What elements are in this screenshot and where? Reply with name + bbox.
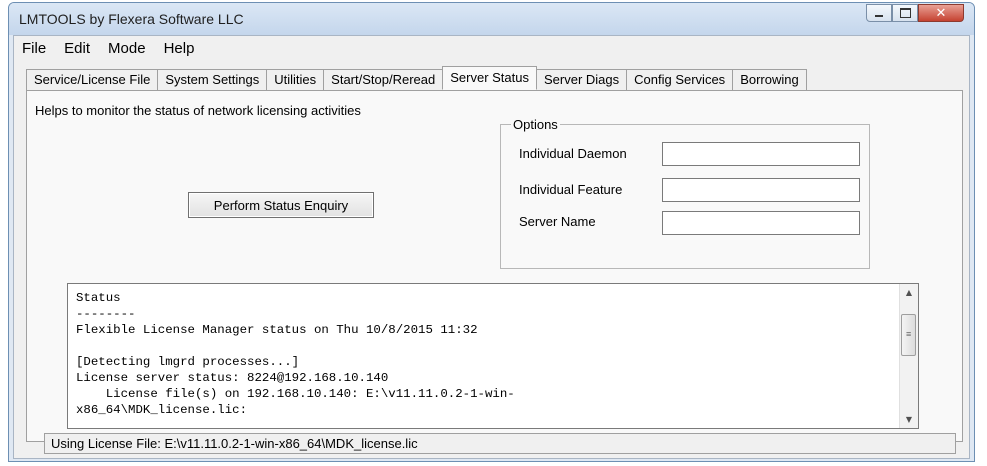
individual-daemon-input[interactable] [662,142,860,166]
status-line: [Detecting lmgrd processes...] [76,355,300,369]
close-button[interactable]: ✕ [918,4,964,22]
individual-feature-input[interactable] [662,178,860,202]
tab-utilities[interactable]: Utilities [266,69,325,90]
scroll-thumb[interactable]: ≡ [901,314,916,356]
vertical-scrollbar[interactable]: ▲ ≡ ▼ [899,284,918,428]
title-bar[interactable]: LMTOOLS by Flexera Software LLC ✕ [9,3,974,35]
minimize-button[interactable] [866,4,892,22]
menu-edit[interactable]: Edit [56,40,100,57]
maximize-icon [899,8,911,18]
menu-bar: File Edit Mode Help [14,36,969,60]
individual-daemon-label: Individual Daemon [519,146,627,161]
close-icon: ✕ [935,5,947,21]
tab-start-stop-reread[interactable]: Start/Stop/Reread [323,69,444,90]
tab-service-license-file[interactable]: Service/License File [26,69,159,90]
tab-config-services[interactable]: Config Services [626,69,734,90]
options-legend: Options [511,117,560,132]
scroll-down-icon[interactable]: ▼ [900,411,918,428]
status-line: Flexible License Manager status on Thu 1… [76,323,478,337]
menu-help[interactable]: Help [156,40,205,57]
tab-borrowing[interactable]: Borrowing [732,69,807,90]
individual-feature-label: Individual Feature [519,182,623,197]
server-name-label: Server Name [519,214,596,229]
help-text: Helps to monitor the status of network l… [35,103,361,118]
options-group: Options Individual Daemon Individual Fea… [500,117,870,269]
status-line [76,338,896,354]
tab-server-status[interactable]: Server Status [442,66,537,90]
tab-server-diags[interactable]: Server Diags [536,69,628,90]
tab-system-settings[interactable]: System Settings [157,69,268,90]
lmtools-window: LMTOOLS by Flexera Software LLC ✕ File E… [8,2,975,462]
status-line: License server status: 8224@192.168.10.1… [76,371,389,385]
maximize-button[interactable] [892,4,918,22]
status-line: x86_64\MDK_license.lic: [76,403,248,417]
menu-mode[interactable]: Mode [100,40,156,57]
client-area: File Edit Mode Help Service/License File… [13,35,970,459]
scroll-up-icon[interactable]: ▲ [900,284,918,301]
tab-strip: Service/License File System Settings Uti… [26,66,807,90]
server-status-panel: Helps to monitor the status of network l… [26,90,963,442]
grip-icon: ≡ [906,329,912,339]
status-output[interactable]: Status -------- Flexible License Manager… [67,283,919,429]
perform-status-enquiry-button[interactable]: Perform Status Enquiry [188,192,374,218]
menu-file[interactable]: File [14,40,56,57]
status-text: Status -------- Flexible License Manager… [76,290,896,418]
minimize-icon [875,15,883,17]
status-line: -------- [76,307,136,321]
window-controls: ✕ [866,4,964,22]
status-line: License file(s) on 192.168.10.140: E:\v1… [76,387,515,401]
status-bar: Using License File: E:\v11.11.0.2-1-win-… [44,433,956,454]
server-name-input[interactable] [662,211,860,235]
window-title: LMTOOLS by Flexera Software LLC [19,11,244,27]
status-line: Status [76,291,121,305]
